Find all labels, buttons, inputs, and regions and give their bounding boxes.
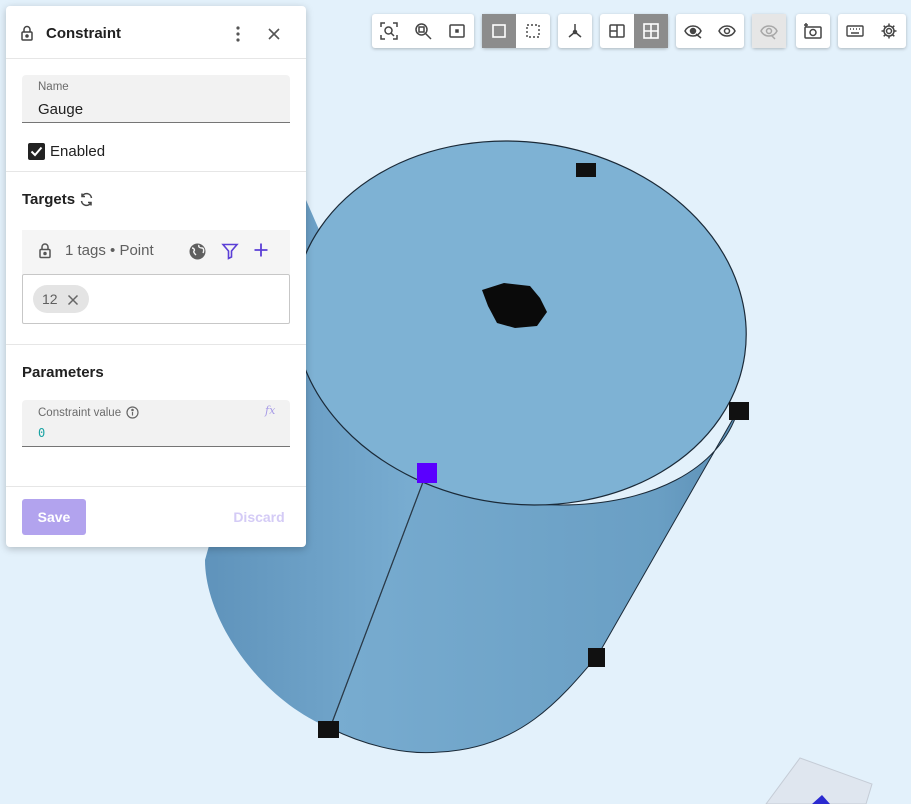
zoom-icon bbox=[415, 23, 432, 40]
grid-icon bbox=[643, 23, 659, 39]
more-vertical-icon bbox=[236, 26, 240, 42]
constraint-value-label-row: Constraint value bbox=[38, 406, 139, 419]
divider bbox=[6, 171, 306, 172]
targets-summary: 1 tags • Point bbox=[65, 242, 154, 259]
wireframe-view-button[interactable] bbox=[516, 14, 550, 48]
axes-icon bbox=[568, 24, 582, 38]
settings-button[interactable] bbox=[872, 14, 906, 48]
toolbar-group-settings bbox=[838, 14, 906, 48]
save-button[interactable]: Save bbox=[22, 499, 86, 535]
toolbar-group-visibility bbox=[676, 14, 744, 48]
zoom-button[interactable] bbox=[406, 14, 440, 48]
close-icon bbox=[268, 28, 280, 40]
visibility-disabled-button[interactable] bbox=[752, 14, 786, 48]
keyboard-icon bbox=[846, 25, 864, 37]
grid-button[interactable] bbox=[634, 14, 668, 48]
gear-icon bbox=[881, 23, 897, 39]
name-field-value[interactable]: Gauge bbox=[38, 101, 83, 118]
show-button[interactable] bbox=[710, 14, 744, 48]
toolbar-group-view bbox=[372, 14, 474, 48]
solid-view-icon bbox=[492, 24, 506, 38]
keyboard-shortcuts-button[interactable] bbox=[838, 14, 872, 48]
close-icon bbox=[67, 294, 79, 306]
toolbar-group-render bbox=[482, 14, 550, 48]
toolbar-group-section bbox=[600, 14, 668, 48]
constraint-value-input[interactable]: 0 bbox=[38, 426, 45, 440]
selected-point-marker[interactable] bbox=[417, 463, 437, 483]
hide-icon bbox=[684, 25, 702, 39]
toolbar-group-disabled bbox=[752, 14, 786, 48]
discard-button[interactable]: Discard bbox=[227, 499, 291, 535]
lock-icon bbox=[20, 25, 34, 46]
divider bbox=[6, 344, 306, 345]
parameters-title: Parameters bbox=[22, 364, 104, 381]
panel-title: Constraint bbox=[46, 25, 121, 42]
frame-icon bbox=[449, 24, 465, 38]
toolbar-group-axes bbox=[558, 14, 592, 48]
name-field-label: Name bbox=[38, 81, 69, 93]
add-target-button[interactable] bbox=[253, 242, 269, 263]
targets-title: Targets bbox=[22, 191, 76, 208]
enabled-checkbox[interactable] bbox=[28, 143, 45, 160]
name-field[interactable]: Name Gauge bbox=[22, 75, 290, 123]
refresh-icon[interactable] bbox=[79, 192, 94, 212]
tag-chip-label: 12 bbox=[42, 291, 58, 307]
vertex-marker[interactable] bbox=[729, 402, 749, 420]
vertex-marker[interactable] bbox=[588, 648, 605, 667]
close-button[interactable] bbox=[266, 26, 282, 47]
screenshot-icon bbox=[804, 23, 822, 39]
zoom-to-fit-button[interactable] bbox=[372, 14, 406, 48]
toolbar-group-screenshot bbox=[796, 14, 830, 48]
section-view-icon bbox=[609, 24, 625, 38]
wireframe-view-icon bbox=[526, 24, 540, 38]
tags-input[interactable]: 12 bbox=[22, 274, 290, 324]
info-icon[interactable] bbox=[126, 406, 139, 419]
screenshot-button[interactable] bbox=[796, 14, 830, 48]
divider bbox=[6, 486, 306, 487]
orientation-cube[interactable] bbox=[765, 757, 873, 804]
vertex-marker[interactable] bbox=[576, 163, 596, 177]
enabled-label[interactable]: Enabled bbox=[50, 143, 105, 160]
globe-icon[interactable] bbox=[188, 242, 207, 266]
zoom-to-fit-icon bbox=[380, 22, 398, 40]
show-icon bbox=[718, 25, 736, 37]
constraint-value-label: Constraint value bbox=[38, 406, 122, 419]
frame-button[interactable] bbox=[440, 14, 474, 48]
visibility-disabled-icon bbox=[760, 25, 778, 40]
remove-tag-button[interactable] bbox=[67, 293, 79, 311]
lock-icon[interactable] bbox=[38, 242, 52, 264]
more-options-button[interactable] bbox=[230, 25, 246, 48]
panel-header: Constraint bbox=[6, 6, 306, 59]
vertex-marker[interactable] bbox=[318, 721, 339, 738]
tag-chip[interactable]: 12 bbox=[33, 285, 89, 313]
filter-icon[interactable] bbox=[221, 242, 239, 265]
plus-icon bbox=[254, 243, 268, 257]
solid-view-button[interactable] bbox=[482, 14, 516, 48]
formula-icon[interactable]: fx bbox=[265, 404, 275, 417]
constraint-value-field[interactable]: Constraint value 0 fx bbox=[22, 400, 290, 447]
checkmark-icon bbox=[30, 146, 43, 157]
axes-button[interactable] bbox=[558, 14, 592, 48]
constraint-panel: Constraint Name Gauge Enabled Targets 1 … bbox=[6, 6, 306, 547]
section-view-button[interactable] bbox=[600, 14, 634, 48]
hide-button[interactable] bbox=[676, 14, 710, 48]
targets-toolbar: 1 tags • Point bbox=[22, 230, 290, 274]
